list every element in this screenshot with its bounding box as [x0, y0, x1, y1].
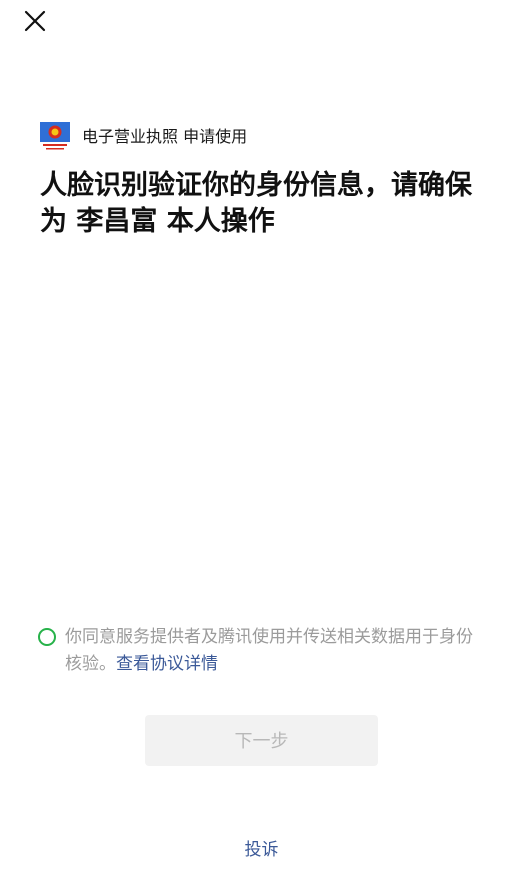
next-step-button[interactable]: 下一步	[145, 715, 378, 766]
agreement-details-link[interactable]: 查看协议详情	[116, 654, 218, 674]
national-emblem-icon	[40, 122, 70, 152]
consent-radio[interactable]	[38, 628, 56, 646]
app-header: 电子营业执照 申请使用	[40, 122, 247, 152]
page-title: 人脸识别验证你的身份信息，请确保为 李昌富 本人操作	[40, 170, 472, 237]
close-button[interactable]	[22, 8, 50, 36]
complain-link[interactable]: 投诉	[0, 837, 523, 863]
close-icon	[24, 10, 46, 32]
consent-agreement: 你同意服务提供者及腾讯使用并传送相关数据用于身份核验。查看协议详情	[38, 624, 488, 678]
app-name: 电子营业执照 申请使用	[82, 127, 248, 146]
consent-text: 你同意服务提供者及腾讯使用并传送相关数据用于身份核验。查看协议详情	[65, 624, 480, 678]
